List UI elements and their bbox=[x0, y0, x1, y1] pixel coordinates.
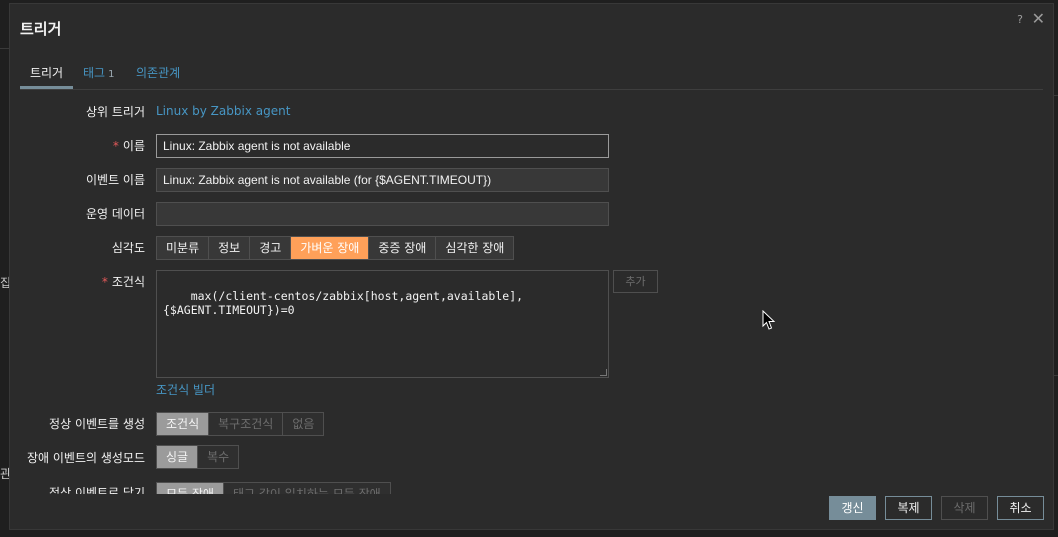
ok-event-selector: 조건식 복구조건식 없음 bbox=[156, 412, 325, 436]
ok-close-selector: 모든 장애 태그 값이 일치하는 모든 장애 bbox=[156, 482, 391, 494]
tab-tags-count: 1 bbox=[108, 69, 115, 80]
dialog-title: 트리거 bbox=[20, 20, 62, 38]
ok-event-label: 정상 이벤트를 생성 bbox=[49, 417, 145, 431]
tab-tags[interactable]: 태그 1 bbox=[83, 62, 114, 88]
problem-mode-selector: 싱글 복수 bbox=[156, 445, 240, 469]
problem-mode-single[interactable]: 싱글 bbox=[157, 446, 199, 468]
event-name-input[interactable]: Linux: Zabbix agent is not available (fo… bbox=[156, 168, 609, 192]
severity-average[interactable]: 가벼운 장애 bbox=[291, 237, 370, 259]
ok-event-recovery[interactable]: 복구조건식 bbox=[209, 413, 284, 435]
ok-close-tag-match[interactable]: 태그 값이 일치하는 모든 장애 bbox=[223, 483, 390, 494]
ok-close-label: 정상 이벤트로 닫기 bbox=[49, 486, 145, 494]
update-button[interactable]: 갱신 bbox=[829, 496, 876, 520]
expression-label-text: 조건식 bbox=[111, 275, 145, 289]
severity-high[interactable]: 중증 장애 bbox=[369, 237, 437, 259]
name-label-text: 이름 bbox=[122, 139, 145, 153]
severity-disaster[interactable]: 심각한 장애 bbox=[436, 237, 514, 259]
ok-close-all[interactable]: 모든 장애 bbox=[157, 483, 224, 494]
trigger-dialog: 트리거 ? ✕ 트리거 태그 1 의존관계 상위 트리거 Linux by Zab… bbox=[9, 3, 1054, 530]
tab-bar: 트리거 태그 1 의존관계 bbox=[20, 62, 1043, 90]
required-icon: * bbox=[112, 139, 119, 153]
close-icon[interactable]: ✕ bbox=[1032, 9, 1045, 28]
cancel-button[interactable]: 취소 bbox=[997, 496, 1044, 520]
severity-label: 심각도 bbox=[111, 241, 145, 255]
parent-trigger-label: 상위 트리거 bbox=[85, 105, 145, 119]
severity-selector: 미분류 정보 경고 가벼운 장애 중증 장애 심각한 장애 bbox=[156, 236, 515, 260]
tab-dependencies[interactable]: 의존관계 bbox=[136, 62, 180, 88]
delete-button[interactable]: 삭제 bbox=[941, 496, 988, 520]
ok-close-row: 정상 이벤트로 닫기 모든 장애 태그 값이 일치하는 모든 장애 bbox=[10, 482, 1053, 494]
parent-trigger-link[interactable]: Linux by Zabbix agent bbox=[156, 104, 290, 118]
severity-not-classified[interactable]: 미분류 bbox=[157, 237, 210, 259]
required-icon: * bbox=[101, 275, 108, 289]
problem-mode-label: 장애 이벤트의 생성모드 bbox=[26, 451, 145, 465]
background-divider bbox=[1054, 95, 1058, 96]
name-label: * 이름 bbox=[113, 137, 145, 154]
clone-button[interactable]: 복제 bbox=[885, 496, 932, 520]
severity-warning[interactable]: 경고 bbox=[250, 237, 292, 259]
tab-tags-label: 태그 bbox=[83, 66, 106, 80]
background-divider bbox=[1054, 375, 1058, 376]
ok-event-none[interactable]: 없음 bbox=[283, 413, 324, 435]
event-name-label: 이벤트 이름 bbox=[85, 173, 145, 187]
background-divider bbox=[0, 48, 9, 49]
tab-trigger[interactable]: 트리거 bbox=[20, 62, 73, 89]
expression-add-button[interactable]: 추가 bbox=[613, 270, 658, 293]
help-icon[interactable]: ? bbox=[1017, 13, 1023, 26]
name-input[interactable]: Linux: Zabbix agent is not available bbox=[156, 134, 609, 158]
opdata-input[interactable] bbox=[156, 202, 609, 226]
opdata-label: 운영 데이터 bbox=[85, 207, 145, 221]
expression-builder-link[interactable]: 조건식 빌더 bbox=[156, 381, 215, 398]
expression-text: max(/client-centos/zabbix[host,agent,ava… bbox=[163, 289, 524, 317]
severity-information[interactable]: 정보 bbox=[209, 237, 251, 259]
expression-textarea[interactable]: max(/client-centos/zabbix[host,agent,ava… bbox=[156, 270, 609, 378]
ok-event-expression[interactable]: 조건식 bbox=[157, 413, 210, 435]
problem-mode-multiple[interactable]: 복수 bbox=[198, 446, 239, 468]
expression-label: * 조건식 bbox=[102, 273, 145, 290]
resize-grip-icon[interactable] bbox=[600, 369, 607, 376]
mouse-cursor-icon bbox=[762, 310, 776, 330]
